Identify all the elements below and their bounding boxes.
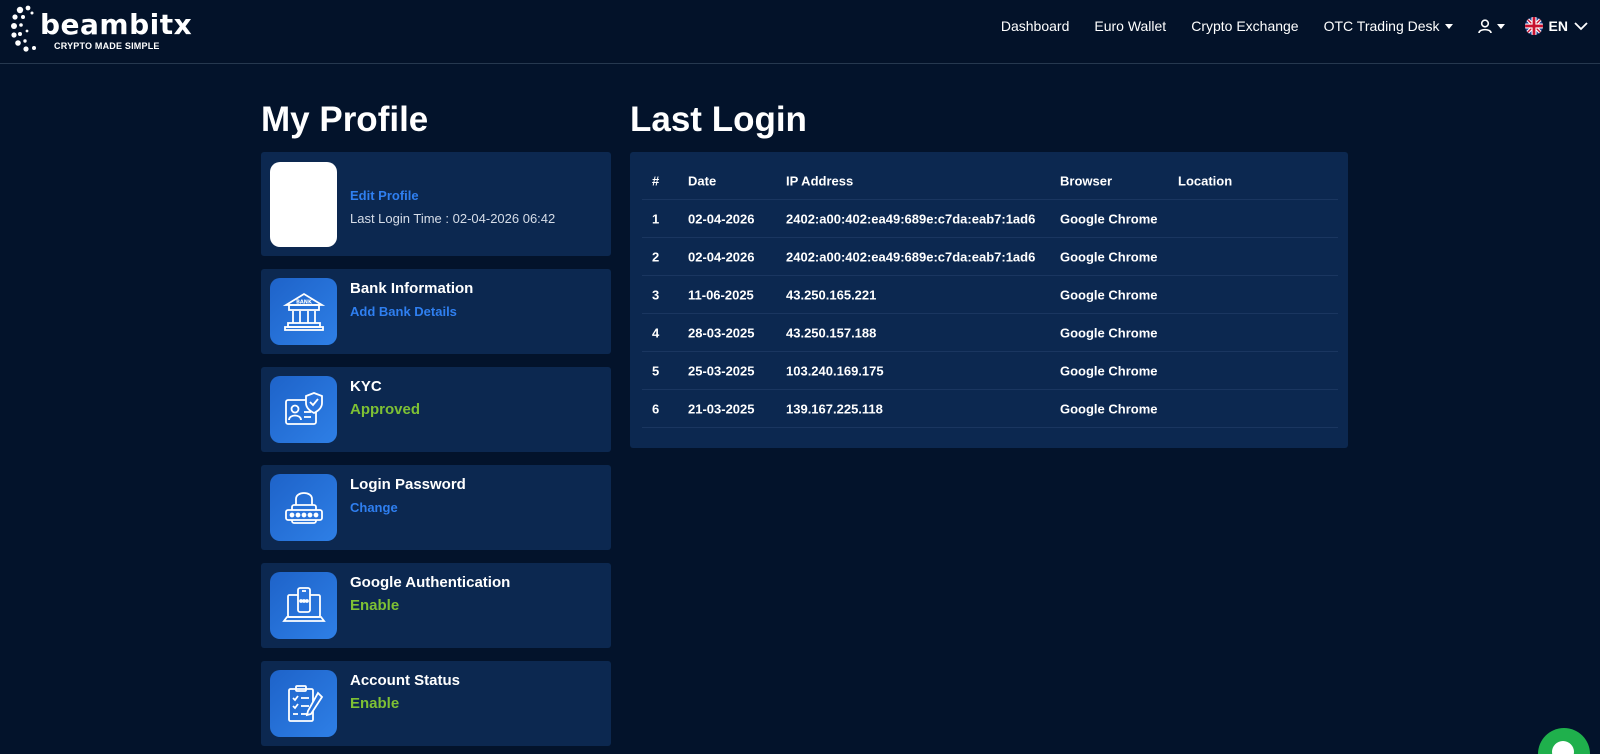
brand-name: beambitx: [40, 8, 193, 41]
language-selector[interactable]: EN: [1524, 17, 1588, 35]
last-login-time: Last Login Time : 02-04-2026 06:42: [350, 211, 556, 226]
nav-euro-wallet[interactable]: Euro Wallet: [1094, 18, 1166, 34]
checklist-icon: [287, 684, 323, 722]
table-row: 1 02-04-2026 2402:a00:402:ea49:689e:c7da:e…: [642, 200, 1338, 238]
card-kyc: KYC Approved: [261, 367, 611, 452]
column-header: Browser: [1060, 173, 1113, 188]
svg-text:BANK: BANK: [296, 299, 313, 305]
last-login-table: # Date IP Address Browser Location 1 02-0…: [642, 162, 1338, 428]
top-header: beambitx CRYPTO MADE SIMPLE Dashboard Eu…: [0, 0, 1600, 64]
id-card-shield-icon: [284, 391, 323, 425]
table-cell: 5: [652, 363, 660, 378]
table-row: 6 21-03-2025 139.167.225.118 Google Chrome: [642, 390, 1338, 428]
table-cell: 02-04-2026: [688, 249, 755, 264]
uk-flag-icon: [1524, 17, 1543, 35]
table-header-row: # Date IP Address Browser Location: [642, 162, 1338, 200]
nav-crypto-exchange[interactable]: Crypto Exchange: [1191, 18, 1298, 34]
nav-dashboard[interactable]: Dashboard: [1001, 18, 1070, 34]
chat-widget-button[interactable]: [1538, 728, 1590, 754]
table-row: 4 28-03-2025 43.250.157.188 Google Chrome: [642, 314, 1338, 352]
table-cell: 103.240.169.175: [786, 363, 884, 378]
nav-otc-trading-desk[interactable]: OTC Trading Desk: [1324, 18, 1453, 34]
table-cell: 02-04-2026: [688, 211, 755, 226]
table-cell: 28-03-2025: [688, 325, 755, 340]
table-cell: 11-06-2025: [688, 287, 754, 302]
card-title: Login Password: [350, 476, 466, 493]
google-auth-status[interactable]: Enable: [350, 597, 399, 614]
bank-icon-box: BANK: [270, 278, 337, 345]
table-cell: 139.167.225.118: [786, 401, 883, 416]
card-bank-information: BANK Bank Information Add Bank Details: [261, 269, 611, 354]
card-google-authentication: Google Authentication Enable: [261, 563, 611, 648]
change-password-link[interactable]: Change: [350, 500, 398, 515]
brand-logo[interactable]: beambitx CRYPTO MADE SIMPLE: [10, 4, 192, 54]
padlock-icon: [284, 491, 323, 524]
last-login-heading: Last Login: [630, 100, 807, 139]
table-cell: Google Chrome: [1060, 287, 1158, 302]
table-cell: 21-03-2025: [688, 401, 755, 416]
table-cell: 4: [652, 325, 660, 340]
language-code: EN: [1548, 18, 1568, 34]
table-cell: 6: [652, 401, 660, 416]
account-status-value: Enable: [350, 695, 400, 712]
card-title: Google Authentication: [350, 574, 511, 591]
nav-label: Dashboard: [1000, 18, 1070, 34]
user-menu-button[interactable]: [1477, 18, 1505, 34]
card-account-status: Account Status Enable: [261, 661, 611, 746]
chevron-down-icon: [1574, 21, 1588, 30]
card-title: Bank Information: [350, 280, 474, 297]
chat-icon: [1552, 741, 1574, 754]
brand-tagline: CRYPTO MADE SIMPLE: [54, 41, 160, 51]
kyc-status: Approved: [350, 401, 421, 418]
table-cell: 43.250.157.188: [786, 325, 877, 340]
table-cell: 1: [652, 211, 660, 226]
card-title: Account Status: [350, 672, 461, 689]
table-cell: 2402:a00:402:ea49:689e:c7da:eab7:1ad6: [786, 211, 1036, 226]
column-header: #: [652, 173, 660, 188]
nav-label: OTC Trading Desk: [1323, 18, 1440, 34]
last-login-table-card: # Date IP Address Browser Location 1 02-0…: [630, 152, 1348, 448]
table-row: 2 02-04-2026 2402:a00:402:ea49:689e:c7da:e…: [642, 238, 1338, 276]
account-status-icon-box: [270, 670, 337, 737]
column-header: Date: [688, 173, 717, 188]
table-cell: 43.250.165.221: [786, 287, 877, 302]
card-login-password: Login Password Change: [261, 465, 611, 550]
mobile-laptop-icon: [281, 586, 326, 622]
nav-label: Euro Wallet: [1094, 18, 1167, 34]
edit-profile-link[interactable]: Edit Profile: [350, 188, 419, 203]
profile-summary-card: Edit Profile Last Login Time : 02-04-202…: [261, 152, 611, 256]
table-cell: Google Chrome: [1060, 211, 1158, 226]
profile-heading: My Profile: [261, 100, 429, 139]
card-title: KYC: [350, 378, 382, 395]
table-cell: Google Chrome: [1060, 249, 1158, 264]
table-row: 5 25-03-2025 103.240.169.175 Google Chrome: [642, 352, 1338, 390]
column-header: IP Address: [786, 173, 854, 188]
table-cell: Google Chrome: [1060, 363, 1158, 378]
table-cell: Google Chrome: [1060, 325, 1158, 340]
table-cell: 2402:a00:402:ea49:689e:c7da:eab7:1ad6: [786, 249, 1036, 264]
column-header: Location: [1178, 173, 1233, 188]
password-icon-box: [270, 474, 337, 541]
kyc-icon-box: [270, 376, 337, 443]
table-cell: 2: [652, 249, 660, 264]
nav-label: Crypto Exchange: [1191, 18, 1299, 34]
avatar[interactable]: [270, 162, 337, 247]
user-icon: [1477, 18, 1492, 33]
table-row: 3 11-06-2025 43.250.165.221 Google Chrome: [642, 276, 1338, 314]
table-cell: Google Chrome: [1060, 401, 1158, 416]
main-nav: Dashboard Euro Wallet Crypto Exchange OT…: [1001, 0, 1600, 52]
table-cell: 3: [652, 287, 660, 302]
caret-down-icon: [1496, 23, 1505, 29]
bank-icon: BANK: [282, 292, 325, 331]
caret-down-icon: [1444, 23, 1453, 29]
add-bank-details-link[interactable]: Add Bank Details: [350, 304, 457, 319]
google-auth-icon-box: [270, 572, 337, 639]
table-cell: 25-03-2025: [688, 363, 755, 378]
